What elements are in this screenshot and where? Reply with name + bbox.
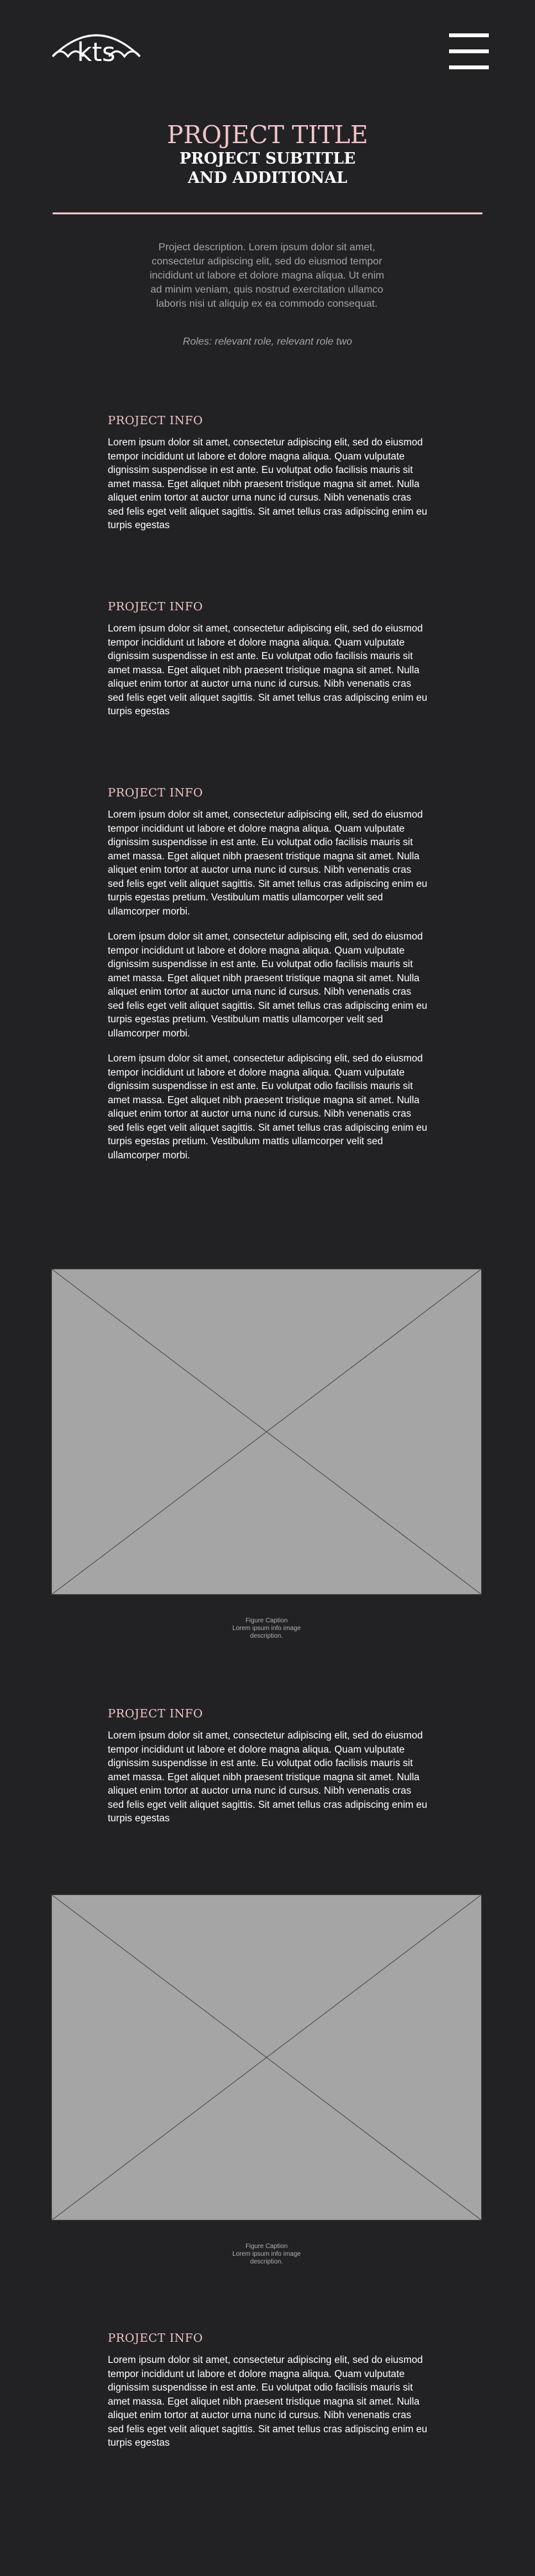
subtitle-line-2: AND ADDITIONAL xyxy=(187,168,348,187)
caption-line: Lorem ipsum info image xyxy=(232,1625,301,1632)
subtitle-line-1: PROJECT SUBTITLE xyxy=(179,149,356,167)
project-subtitle: PROJECT SUBTITLE AND ADDITIONAL xyxy=(0,149,535,187)
section-paragraph: Lorem ipsum dolor sit amet, consectetur … xyxy=(108,2355,427,2448)
caption-line: description. xyxy=(250,2258,284,2265)
figure-caption: Figure Caption Lorem ipsum info image de… xyxy=(51,1617,482,1640)
section-paragraph: Lorem ipsum dolor sit amet, consectetur … xyxy=(108,437,427,531)
section-heading: PROJECT INFO xyxy=(108,2331,203,2345)
project-info-section: PROJECT INFO Lorem ipsum dolor sit amet,… xyxy=(108,2331,429,2462)
image-placeholder-icon xyxy=(51,1894,482,2220)
caption-line: description. xyxy=(250,1633,284,1640)
caption-line: Figure Caption xyxy=(245,2243,288,2250)
figure: Figure Caption Lorem ipsum info image de… xyxy=(51,1894,482,2266)
section-heading: PROJECT INFO xyxy=(108,1707,203,1721)
title-divider xyxy=(53,212,482,214)
section-heading: PROJECT INFO xyxy=(108,786,203,800)
image-placeholder-icon xyxy=(51,1269,482,1595)
project-roles: Roles: relevant role, relevant role two xyxy=(182,336,353,347)
logo-text: kts xyxy=(77,38,115,67)
figure: Figure Caption Lorem ipsum info image de… xyxy=(51,1269,482,1640)
project-info-section: PROJECT INFO Lorem ipsum dolor sit amet,… xyxy=(108,786,429,1174)
project-description: Project description. Lorem ipsum dolor s… xyxy=(149,242,384,309)
hamburger-menu-icon[interactable] xyxy=(449,33,489,69)
section-paragraph: Lorem ipsum dolor sit amet, consectetur … xyxy=(108,1053,427,1161)
site-header: kts xyxy=(0,0,535,96)
section-paragraph: Lorem ipsum dolor sit amet, consectetur … xyxy=(108,931,427,1039)
section-heading: PROJECT INFO xyxy=(108,600,203,614)
section-heading: PROJECT INFO xyxy=(108,414,203,427)
project-title: PROJECT TITLE xyxy=(167,121,368,149)
section-paragraph: Lorem ipsum dolor sit amet, consectetur … xyxy=(108,623,427,717)
caption-line: Figure Caption xyxy=(245,1617,288,1624)
image-placeholder xyxy=(51,1269,482,1595)
project-info-section: PROJECT INFO Lorem ipsum dolor sit amet,… xyxy=(108,1707,429,1837)
project-info-section: PROJECT INFO Lorem ipsum dolor sit amet,… xyxy=(108,414,429,544)
section-paragraph: Lorem ipsum dolor sit amet, consectetur … xyxy=(108,809,427,917)
section-paragraph: Lorem ipsum dolor sit amet, consectetur … xyxy=(108,1730,427,1824)
logo[interactable]: kts xyxy=(51,26,141,74)
figure-caption: Figure Caption Lorem ipsum info image de… xyxy=(51,2243,482,2266)
caption-line: Lorem ipsum info image xyxy=(232,2251,301,2258)
image-placeholder xyxy=(51,1894,482,2220)
project-info-section: PROJECT INFO Lorem ipsum dolor sit amet,… xyxy=(108,600,429,730)
